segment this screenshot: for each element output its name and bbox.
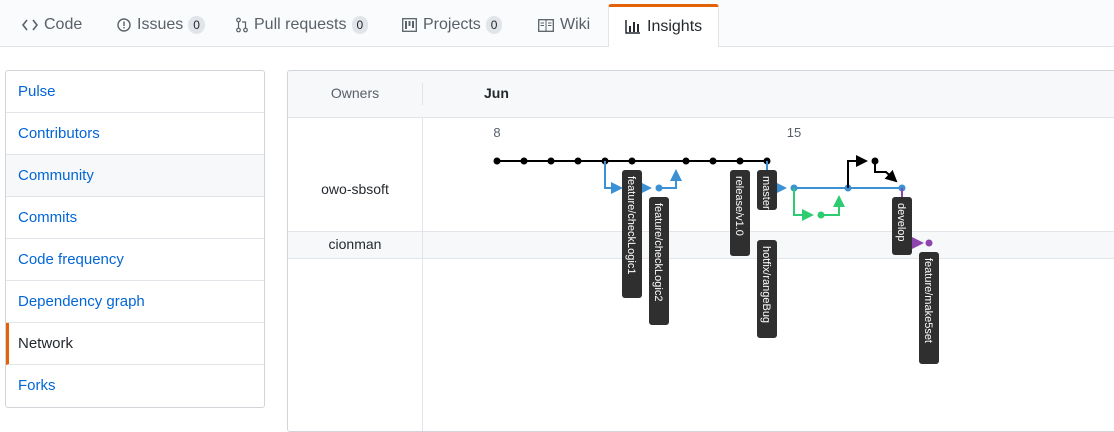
sidebar-item-network[interactable]: Network [6,323,264,365]
sidebar-item-code-frequency[interactable]: Code frequency [6,239,264,281]
tab-projects[interactable]: Projects 0 [402,4,503,46]
tab-issues[interactable]: Issues 0 [117,4,205,46]
tab-code[interactable]: Code [22,4,82,46]
tab-wiki[interactable]: Wiki [538,4,590,46]
tab-code-label: Code [44,16,83,33]
tab-pull-requests[interactable]: Pull requests 0 [236,4,369,46]
pull-requests-counter: 0 [351,16,369,34]
tab-insights-label: Insights [647,18,703,35]
hotfix-branch-line [793,188,845,221]
branch-label[interactable]: develop [892,197,912,255]
sidebar-item-community[interactable]: Community [6,155,264,197]
svg-text:master: master [760,176,772,210]
branch-label[interactable]: release/v1.0 [730,170,750,256]
branch-label[interactable]: feature/checkLogic2 [649,197,669,325]
feature-branch-line [604,161,906,194]
tab-projects-label: Projects [423,16,481,33]
sidebar-item-commits[interactable]: Commits [6,197,264,239]
tab-insights[interactable]: Insights [608,4,720,47]
insights-sidebar: Pulse Contributors Community Commits Cod… [5,70,265,408]
svg-text:feature/checkLogic1: feature/checkLogic1 [625,176,637,274]
tab-issues-label: Issues [137,16,184,33]
branch-label[interactable]: feature/make5set [919,252,939,364]
date-tick: 8 [493,125,500,140]
pull-request-icon [236,17,248,33]
svg-text:hotfix/rangeBug: hotfix/rangeBug [760,246,772,323]
issues-counter: 0 [188,16,205,34]
tab-pull-requests-label: Pull requests [254,16,347,33]
network-graph-panel: Owners Jun owo-sbsoft cionman 8 15 featu… [287,70,1114,432]
graph-icon [625,20,640,34]
date-tick: 15 [787,125,801,140]
issue-icon [117,18,131,32]
svg-text:feature/checkLogic2: feature/checkLogic2 [652,203,664,301]
merge-line [847,155,898,188]
branch-label[interactable]: master [757,170,777,210]
master-branch-line [493,157,771,165]
repo-nav-tabs: Code Issues 0 Pull requests 0 Projects 0… [0,0,1114,47]
projects-counter: 0 [485,16,503,34]
svg-text:feature/make5set: feature/make5set [922,258,934,343]
sidebar-item-pulse[interactable]: Pulse [6,71,264,113]
branch-label[interactable]: feature/checkLogic1 [622,170,642,298]
sidebar-item-forks[interactable]: Forks [6,365,264,407]
tab-wiki-label: Wiki [560,16,591,33]
code-icon [22,19,38,31]
project-icon [402,18,417,32]
book-icon [538,18,554,32]
sidebar-item-dependency-graph[interactable]: Dependency graph [6,281,264,323]
branch-label[interactable]: hotfix/rangeBug [757,240,777,338]
sidebar-item-contributors[interactable]: Contributors [6,113,264,155]
svg-text:develop: develop [895,203,907,242]
svg-text:release/v1.0: release/v1.0 [733,176,745,236]
network-graph-canvas[interactable]: 8 15 feature/checkLogic1 feature/checkLo… [288,71,1114,431]
